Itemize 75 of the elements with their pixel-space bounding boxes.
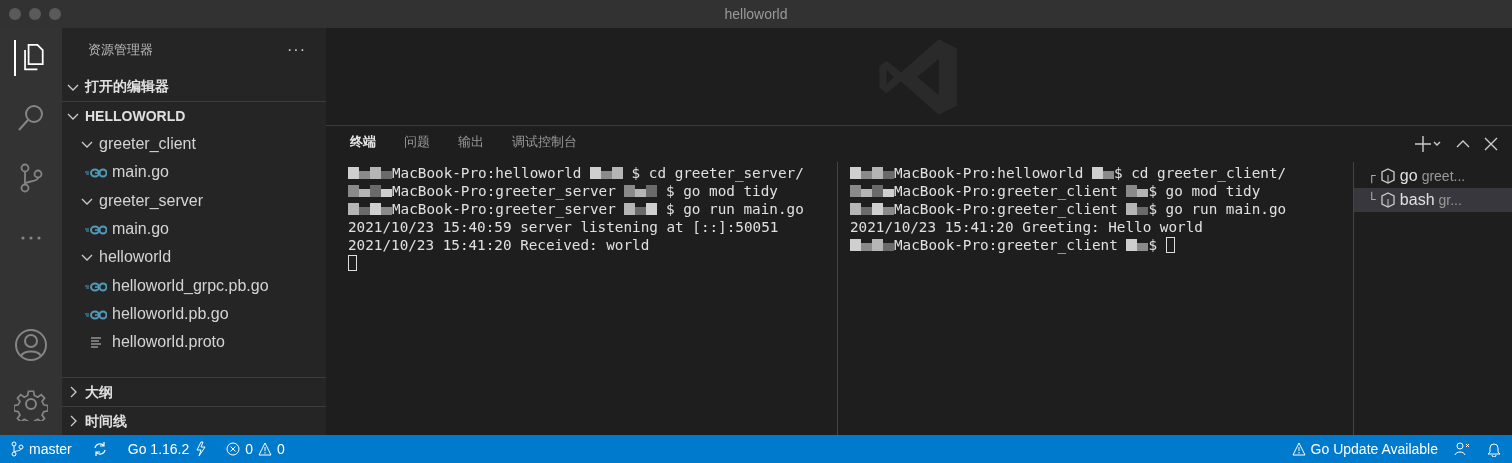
- sidebar-title: 资源管理器: [88, 41, 153, 60]
- redaction-block: [850, 183, 894, 199]
- terminal-text: $ go mod tidy: [1148, 182, 1261, 200]
- redaction-block: [850, 201, 894, 217]
- panel-tab[interactable]: 调试控制台: [512, 132, 577, 156]
- warning-icon: [1291, 442, 1306, 456]
- tree-item[interactable]: helloworld_grpc.pb.go: [62, 271, 326, 300]
- new-terminal-icon[interactable]: [1414, 135, 1442, 153]
- redaction-block: [348, 165, 392, 181]
- panel-tab[interactable]: 终端: [350, 132, 376, 156]
- terminal-cursor: [1165, 237, 1175, 253]
- redaction-block: [1126, 201, 1149, 217]
- minimize-window-button[interactable]: [29, 8, 41, 20]
- terminal-text: MacBook-Pro:greeter_client: [894, 182, 1119, 200]
- terminal-list-item[interactable]: └ bash gr...: [1354, 188, 1512, 212]
- close-window-button[interactable]: [9, 8, 21, 20]
- terminal-text: MacBook-Pro:greeter_server: [392, 182, 617, 200]
- more-actions-button[interactable]: ···: [287, 38, 306, 62]
- branch-status[interactable]: master: [10, 438, 72, 460]
- tree-item[interactable]: helloworld.pb.go: [62, 299, 326, 329]
- redaction-block: [850, 237, 894, 253]
- redaction-block: [590, 165, 623, 181]
- terminal-text: MacBook-Pro:helloworld: [894, 164, 1085, 182]
- redaction-block: [624, 183, 658, 199]
- text-file-icon: [89, 335, 103, 350]
- redaction-block: [348, 201, 392, 217]
- redaction-block: [348, 183, 392, 199]
- feedback-icon[interactable]: [1454, 441, 1470, 457]
- redaction-block: [1092, 165, 1114, 181]
- terminal-text: $ cd greeter_server/: [630, 164, 804, 182]
- tree-item[interactable]: helloworld.proto: [62, 328, 326, 357]
- terminal-shell-icon: [1379, 168, 1396, 184]
- terminal-text: MacBook-Pro:greeter_client: [894, 200, 1119, 218]
- settings-icon[interactable]: [14, 387, 48, 421]
- terminal-text: 2021/10/23 15:41:20 Greeting: Hello world: [850, 218, 1203, 236]
- terminal-text: $ cd greeter_client/: [1114, 164, 1287, 182]
- section-header[interactable]: 大纲: [62, 377, 326, 406]
- error-icon: [226, 442, 241, 456]
- terminal-cursor: [348, 255, 357, 271]
- terminal-text: 2021/10/23 15:40:59 server listening at [::]:50051: [348, 218, 779, 236]
- terminal-text: 2021/10/23 15:41:20 Received: world: [348, 236, 650, 254]
- account-icon[interactable]: [14, 328, 48, 362]
- redaction-block: [1126, 237, 1149, 253]
- window-title: helloworld: [724, 4, 788, 24]
- bell-icon[interactable]: [1486, 441, 1502, 457]
- redaction-block: [1126, 183, 1149, 199]
- terminal-text: $ go mod tidy: [665, 182, 778, 200]
- tree-item[interactable]: helloworld: [62, 243, 326, 272]
- terminal-shell-icon: [1379, 192, 1396, 208]
- terminal-text: $ go run main.go: [1148, 200, 1287, 218]
- terminal-text: MacBook-Pro:greeter_client: [894, 236, 1119, 254]
- terminal-text: $: [1148, 236, 1158, 254]
- redaction-block: [850, 165, 894, 181]
- terminal-list-item[interactable]: ┌ go greet...: [1354, 164, 1512, 188]
- panel-tab[interactable]: 输出: [458, 132, 484, 156]
- terminal-text: $ go run main.go: [665, 200, 804, 218]
- terminal-text: MacBook-Pro:helloworld: [392, 164, 583, 182]
- close-icon[interactable]: [1484, 137, 1498, 151]
- tree-item[interactable]: greeter_server: [62, 186, 326, 215]
- branch-icon: [10, 441, 24, 457]
- update-status[interactable]: Go Update Available: [1291, 438, 1438, 460]
- problems-status[interactable]: 0 0: [226, 438, 285, 460]
- maximize-window-button[interactable]: [49, 8, 61, 20]
- go-version-status[interactable]: Go 1.16.2: [127, 438, 207, 460]
- panel-tab[interactable]: 问题: [404, 132, 430, 156]
- tree-item[interactable]: main.go: [62, 158, 326, 187]
- warning-icon: [258, 442, 273, 456]
- redaction-block: [624, 201, 658, 217]
- sync-icon[interactable]: [91, 441, 108, 457]
- section-header[interactable]: HELLOWORLD: [62, 101, 326, 130]
- section-header[interactable]: 打开的编辑器: [62, 72, 326, 101]
- tree-item[interactable]: main.go: [62, 214, 326, 244]
- tree-item[interactable]: greeter_client: [62, 130, 326, 159]
- terminal-text: MacBook-Pro:greeter_server: [392, 200, 617, 218]
- lightning-icon: [194, 441, 207, 457]
